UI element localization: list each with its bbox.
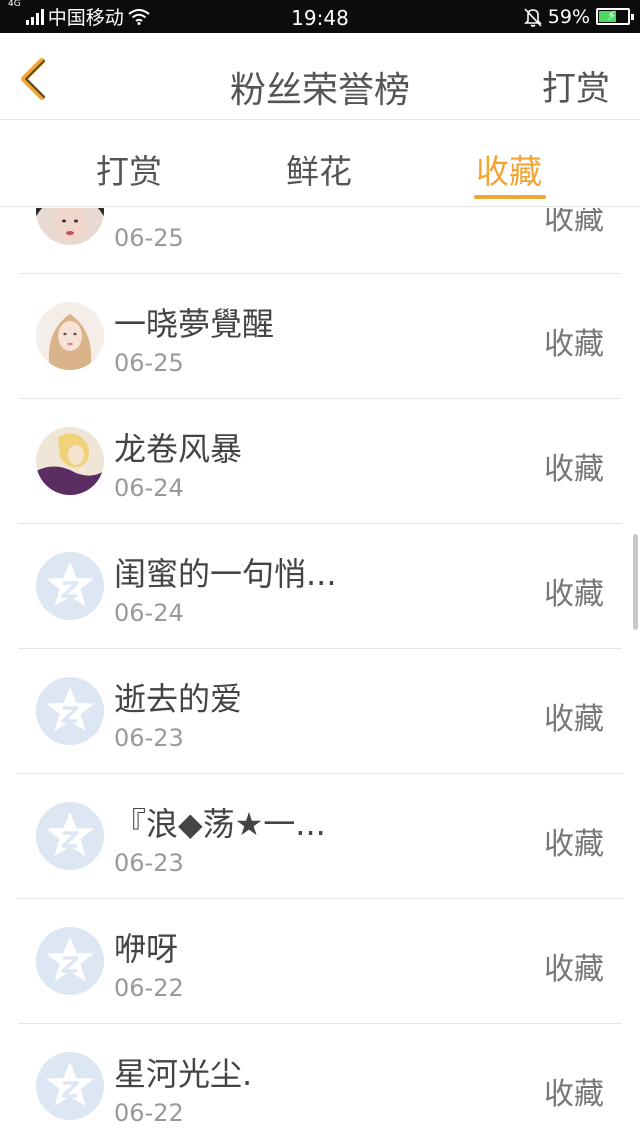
user-name: 逝去的爱 <box>114 680 243 718</box>
action-label: 收藏 <box>544 702 604 737</box>
status-right: 59% ⚡ <box>523 0 634 33</box>
list-item[interactable]: 星河光尘. 06-22 收藏 <box>18 1024 622 1138</box>
list-item[interactable]: 『浪◆荡★一... 06-23 收藏 <box>18 774 622 899</box>
list-item[interactable]: 咿呀 06-22 收藏 <box>18 899 622 1024</box>
user-avatar[interactable] <box>36 427 104 495</box>
list-item[interactable]: 一晓夢覺醒 06-25 收藏 <box>18 274 622 399</box>
battery-icon: ⚡ <box>596 8 634 25</box>
action-label: 收藏 <box>544 952 604 987</box>
action-label: 收藏 <box>544 1077 604 1112</box>
item-date: 06-23 <box>114 849 184 877</box>
action-label: 收藏 <box>544 827 604 862</box>
default-star-avatar-icon[interactable] <box>36 677 104 745</box>
user-name: 星河光尘. <box>114 1055 253 1093</box>
fan-list: 06-25 收藏 一晓夢覺醒 06-25 收藏 龙卷风暴 06-24 收藏 闺蜜… <box>0 208 640 1138</box>
item-date: 06-25 <box>114 349 184 377</box>
user-name: 闺蜜的一句悄... <box>114 555 337 593</box>
active-tab-indicator <box>474 195 546 199</box>
nav-header: 粉丝荣誉榜 打赏 <box>0 33 640 120</box>
tab-favorites[interactable]: 收藏 <box>476 145 542 193</box>
default-star-avatar-icon[interactable] <box>36 1052 104 1120</box>
list-item[interactable]: 龙卷风暴 06-24 收藏 <box>18 399 622 524</box>
action-label: 收藏 <box>544 452 604 487</box>
action-label: 收藏 <box>544 208 604 237</box>
item-date: 06-23 <box>114 724 184 752</box>
list-item[interactable]: 06-25 收藏 <box>18 208 622 274</box>
tab-reward[interactable]: 打赏 <box>96 145 162 193</box>
tab-bar: 打赏 鲜花 收藏 <box>0 121 640 207</box>
list-item[interactable]: 逝去的爱 06-23 收藏 <box>18 649 622 774</box>
tab-flowers[interactable]: 鲜花 <box>286 145 352 193</box>
reward-button[interactable]: 打赏 <box>542 61 610 110</box>
action-label: 收藏 <box>544 327 604 362</box>
item-date: 06-22 <box>114 974 184 1002</box>
item-date: 06-22 <box>114 1099 184 1127</box>
list-item[interactable]: 闺蜜的一句悄... 06-24 收藏 <box>18 524 622 649</box>
item-date: 06-25 <box>114 224 184 252</box>
action-label: 收藏 <box>544 577 604 612</box>
user-avatar[interactable] <box>36 208 104 245</box>
scrollbar[interactable] <box>633 534 638 630</box>
user-avatar[interactable] <box>36 302 104 370</box>
battery-percent: 59% <box>547 5 590 28</box>
user-name: 咿呀 <box>114 930 179 968</box>
bell-muted-icon <box>523 7 542 27</box>
user-name: 龙卷风暴 <box>114 430 243 468</box>
status-bar: 4G 中国移动 19:48 59% ⚡ <box>0 0 640 33</box>
user-name: 『浪◆荡★一... <box>114 805 326 843</box>
user-name: 一晓夢覺醒 <box>114 305 275 343</box>
item-date: 06-24 <box>114 599 184 627</box>
item-date: 06-24 <box>114 474 184 502</box>
default-star-avatar-icon[interactable] <box>36 552 104 620</box>
default-star-avatar-icon[interactable] <box>36 927 104 995</box>
default-star-avatar-icon[interactable] <box>36 802 104 870</box>
